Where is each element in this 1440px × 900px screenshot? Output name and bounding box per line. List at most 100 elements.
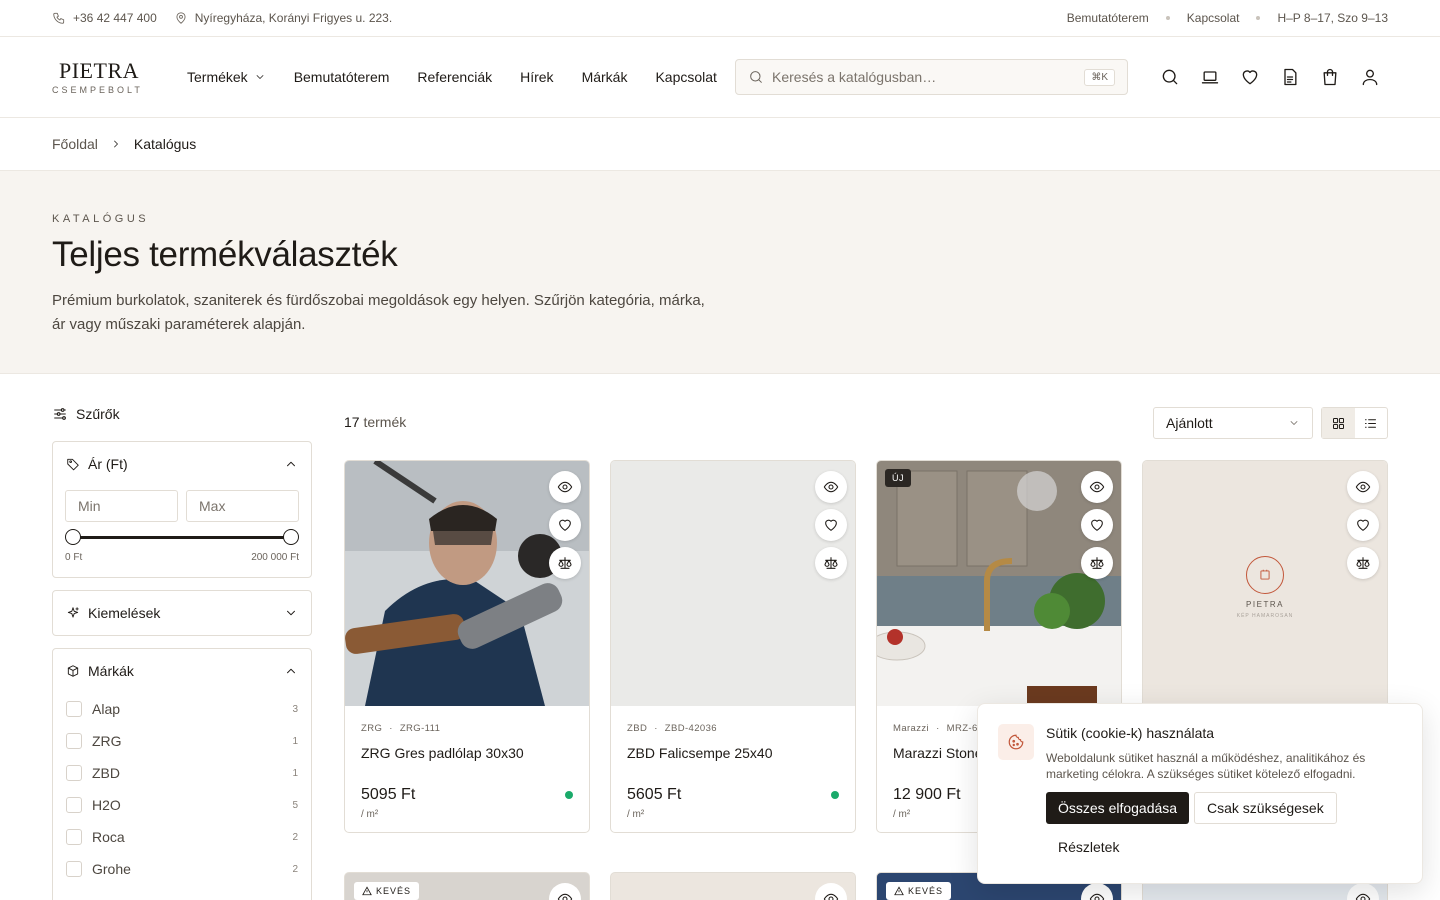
grid-view-button[interactable] bbox=[1322, 408, 1355, 438]
nav-products-label: Termékek bbox=[187, 69, 248, 85]
heart-icon[interactable] bbox=[1240, 67, 1260, 87]
price-filter-header[interactable]: Ár (Ft) bbox=[53, 442, 311, 486]
checkbox[interactable] bbox=[66, 861, 82, 877]
quick-view-button[interactable] bbox=[815, 883, 847, 900]
search-box: ⌘K bbox=[735, 59, 1128, 95]
wishlist-button[interactable] bbox=[1081, 509, 1113, 541]
warning-icon bbox=[362, 886, 372, 896]
quick-view-button[interactable] bbox=[1081, 883, 1113, 900]
nav-news[interactable]: Hírek bbox=[520, 69, 553, 85]
compare-button[interactable] bbox=[1347, 547, 1379, 579]
brand-name: ZBD bbox=[92, 765, 120, 781]
quick-view-button[interactable] bbox=[549, 883, 581, 900]
site-logo[interactable]: PIETRA CSEMPEBOLT bbox=[52, 59, 172, 95]
eye-icon bbox=[823, 893, 839, 900]
nav-brands[interactable]: Márkák bbox=[582, 69, 628, 85]
checkbox[interactable] bbox=[66, 701, 82, 717]
sort-select[interactable]: Ajánlott bbox=[1153, 407, 1313, 439]
checkbox[interactable] bbox=[66, 733, 82, 749]
product-meta: ZRG · ZRG-111 bbox=[361, 723, 441, 734]
product-name[interactable]: ZBD Falicsempe 25x40 bbox=[627, 745, 839, 761]
range-handle-min[interactable] bbox=[65, 529, 81, 545]
cookie-banner: Sütik (cookie-k) használata Weboldalunk … bbox=[977, 703, 1423, 884]
price-min-input[interactable] bbox=[65, 490, 178, 522]
highlights-filter-panel: Kiemelések bbox=[52, 590, 312, 636]
brand-option[interactable]: Alap 3 bbox=[53, 693, 311, 725]
brand-option[interactable]: ZBD 1 bbox=[53, 757, 311, 789]
address-contact[interactable]: Nyíregyháza, Korányi Frigyes u. 223. bbox=[174, 11, 392, 25]
product-unit: / m² bbox=[627, 809, 645, 820]
sparkles-icon bbox=[67, 607, 79, 618]
user-icon[interactable] bbox=[1360, 67, 1380, 87]
checkbox[interactable] bbox=[66, 829, 82, 845]
brand-count: 2 bbox=[292, 863, 298, 875]
wishlist-button[interactable] bbox=[549, 509, 581, 541]
nav-products[interactable]: Termékek bbox=[187, 69, 266, 85]
heart-icon bbox=[1357, 519, 1369, 531]
product-name[interactable]: ZRG Gres padlólap 30x30 bbox=[361, 745, 573, 761]
brands-filter-header[interactable]: Márkák bbox=[53, 649, 311, 693]
box-icon bbox=[67, 665, 79, 677]
separator-dot bbox=[1165, 16, 1170, 20]
quick-view-button[interactable] bbox=[1081, 471, 1113, 503]
compare-button[interactable] bbox=[549, 547, 581, 579]
brand-count: 2 bbox=[292, 831, 298, 843]
product-card[interactable]: KEVÉS bbox=[344, 872, 590, 900]
page-title: Teljes termékválaszték bbox=[52, 235, 398, 274]
scale-icon bbox=[1090, 557, 1104, 569]
product-brand: Marazzi bbox=[893, 723, 930, 734]
low-stock-badge: KEVÉS bbox=[354, 882, 420, 900]
wishlist-button[interactable] bbox=[1347, 509, 1379, 541]
checkbox[interactable] bbox=[66, 797, 82, 813]
eye-icon bbox=[1089, 481, 1105, 493]
price-range-slider[interactable] bbox=[65, 522, 299, 552]
product-card[interactable]: ZBD · ZBD-42036 ZBD Falicsempe 25x40 5605 … bbox=[610, 460, 856, 833]
compare-button[interactable] bbox=[1081, 547, 1113, 579]
search-icon[interactable] bbox=[1160, 67, 1180, 87]
bag-icon[interactable] bbox=[1320, 67, 1340, 87]
result-count: 17 termék bbox=[344, 414, 406, 430]
eye-icon bbox=[1355, 481, 1371, 493]
phone-contact[interactable]: +36 42 447 400 bbox=[52, 11, 157, 25]
quick-view-button[interactable] bbox=[815, 471, 847, 503]
search-input[interactable] bbox=[772, 69, 1085, 85]
square-icon bbox=[1260, 569, 1270, 580]
compare-button[interactable] bbox=[815, 547, 847, 579]
nav-showroom[interactable]: Bemutatóterem bbox=[294, 69, 390, 85]
price-max-input[interactable] bbox=[186, 490, 299, 522]
necessary-only-button[interactable]: Csak szükségesek bbox=[1194, 792, 1337, 824]
topbar-link-showroom[interactable]: Bemutatóterem bbox=[1067, 11, 1149, 25]
list-view-button[interactable] bbox=[1355, 408, 1388, 438]
topbar-link-contact[interactable]: Kapcsolat bbox=[1187, 11, 1240, 25]
range-max-label: 200 000 Ft bbox=[251, 552, 299, 563]
brand-option[interactable]: H2O 5 bbox=[53, 789, 311, 821]
accept-all-button[interactable]: Összes elfogadása bbox=[1046, 792, 1190, 824]
list-icon bbox=[1365, 418, 1377, 428]
wishlist-button[interactable] bbox=[815, 509, 847, 541]
warning-icon bbox=[894, 886, 904, 896]
highlights-filter-header[interactable]: Kiemelések bbox=[53, 591, 311, 635]
filter-sidebar: Szűrők Ár (Ft) 0 Ft 200 000 Ft Kiemelése… bbox=[52, 406, 312, 900]
filters-title: Szűrők bbox=[52, 406, 312, 422]
quick-view-button[interactable] bbox=[1347, 883, 1379, 900]
breadcrumb-home[interactable]: Főoldal bbox=[52, 136, 98, 152]
placeholder-caption: KÉP HAMAROSAN bbox=[1236, 613, 1294, 619]
document-icon[interactable] bbox=[1280, 67, 1300, 87]
nav-references[interactable]: Referenciák bbox=[417, 69, 492, 85]
brand-option[interactable]: Roca 2 bbox=[53, 821, 311, 853]
nav-contact[interactable]: Kapcsolat bbox=[655, 69, 716, 85]
checkbox[interactable] bbox=[66, 765, 82, 781]
quick-view-button[interactable] bbox=[549, 471, 581, 503]
brand-option[interactable]: Grohe 2 bbox=[53, 853, 311, 885]
product-card[interactable]: ZRG · ZRG-111 ZRG Gres padlólap 30x30 5095… bbox=[344, 460, 590, 833]
product-price: 5095 Ft bbox=[361, 786, 416, 803]
product-price: 5605 Ft bbox=[627, 786, 682, 803]
brand-name: Alap bbox=[92, 701, 121, 717]
brand-option[interactable]: ZRG 1 bbox=[53, 725, 311, 757]
quick-view-button[interactable] bbox=[1347, 471, 1379, 503]
chevron-up-icon bbox=[287, 461, 295, 467]
product-card[interactable] bbox=[610, 872, 856, 900]
range-handle-max[interactable] bbox=[283, 529, 299, 545]
showroom-icon[interactable] bbox=[1200, 67, 1220, 87]
cookie-details-link[interactable]: Részletek bbox=[1058, 839, 1119, 855]
